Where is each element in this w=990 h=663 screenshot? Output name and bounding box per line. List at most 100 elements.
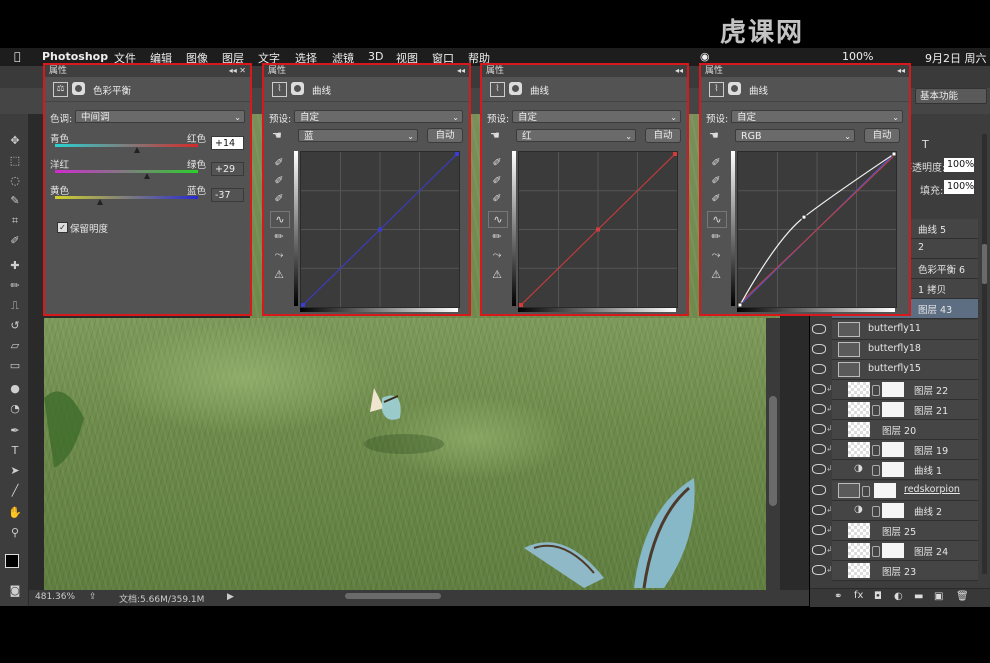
curve-graph[interactable] [300,151,460,308]
gradient-tool-icon[interactable]: ▭ [7,359,23,373]
stamp-tool-icon[interactable]: ⎍ [7,299,23,313]
canvas-vertical-scrollbar[interactable] [766,318,780,590]
share-icon[interactable]: ⇪ [89,592,97,602]
healing-tool-icon[interactable]: ✚ [7,259,23,273]
pencil-draw-icon[interactable]: ✏ [488,229,506,244]
visibility-eye-icon[interactable] [812,565,826,575]
gray-point-eyedropper-icon[interactable]: ✐ [488,173,506,188]
on-image-adjust-icon[interactable]: ☚ [272,129,282,142]
preset-select[interactable]: 自定 ⌄ [294,110,463,123]
dodge-tool-icon[interactable]: ◔ [7,402,23,416]
delete-layer-icon[interactable]: 🗑 [956,591,969,602]
visibility-eye-icon[interactable] [812,525,826,535]
pencil-draw-icon[interactable]: ✏ [270,229,288,244]
on-image-adjust-icon[interactable]: ☚ [709,129,719,142]
layer-row[interactable]: butterfly15 [812,360,978,380]
layers-scrollbar[interactable] [982,134,987,574]
color-slider[interactable] [55,196,198,199]
curve-graph[interactable] [518,151,678,308]
opacity-field[interactable]: 100% [944,158,974,172]
curve-point-tool-icon[interactable]: ∿ [270,211,290,228]
layer-row[interactable]: ↲ 图层 24 [812,541,978,561]
eraser-tool-icon[interactable]: ▱ [7,339,23,353]
quick-mask-icon[interactable]: ◙ [7,584,23,598]
layer-row[interactable]: butterfly18 [812,340,978,360]
auto-button[interactable]: 自动 [864,128,900,143]
mask-icon[interactable] [509,82,522,95]
visibility-eye-icon[interactable] [812,505,826,515]
white-point-eyedropper-icon[interactable]: ✐ [707,191,725,206]
slider-value-field[interactable]: +29 [211,162,244,176]
mask-link-icon[interactable] [872,465,880,476]
visibility-eye-icon[interactable] [812,444,826,454]
link-layers-icon[interactable]: ⚭ [834,591,842,602]
brush-tool-icon[interactable]: ✏ [7,279,23,293]
layer-row[interactable]: ↲ 图层 25 [812,521,978,541]
type-filter-icon[interactable]: T [922,138,929,151]
clipping-warning-icon[interactable]: ⚠ [707,267,725,282]
color-slider[interactable] [55,170,198,173]
lasso-tool-icon[interactable]: ◌ [7,174,23,188]
history-brush-icon[interactable]: ↺ [7,319,23,333]
channel-select[interactable]: 蓝 ⌄ [298,129,418,142]
smooth-curve-icon[interactable]: ⤳ [270,247,288,262]
adjustment-layer-icon[interactable]: ◐ [894,591,903,602]
new-layer-icon[interactable]: ▣ [934,591,943,602]
pencil-draw-icon[interactable]: ✏ [707,229,725,244]
mask-link-icon[interactable] [872,506,880,517]
visibility-eye-icon[interactable] [812,384,826,394]
visibility-eye-icon[interactable] [812,344,826,354]
slider-value-field[interactable]: +14 [211,136,244,150]
visibility-eye-icon[interactable] [812,324,826,334]
clipping-warning-icon[interactable]: ⚠ [270,267,288,282]
preserve-luminosity-checkbox[interactable]: ✓ [57,222,68,233]
black-point-eyedropper-icon[interactable]: ✐ [270,155,288,170]
layer-row[interactable]: ↲ ◑ 曲线 1 [812,460,978,480]
apple-icon[interactable]:  [14,50,21,63]
foreground-color-swatch[interactable] [5,554,19,568]
smooth-curve-icon[interactable]: ⤳ [707,247,725,262]
mask-link-icon[interactable] [872,445,880,456]
zoom-tool-icon[interactable]: ⚲ [7,526,23,540]
fx-icon[interactable]: fx [854,590,863,601]
curve-point-tool-icon[interactable]: ∿ [488,211,508,228]
auto-button[interactable]: 自动 [645,128,681,143]
new-group-icon[interactable]: ▬ [914,591,923,602]
quick-select-icon[interactable]: ✎ [7,194,23,208]
status-menu-arrow-icon[interactable]: ▶ [227,592,234,602]
black-point-eyedropper-icon[interactable]: ✐ [707,155,725,170]
visibility-eye-icon[interactable] [812,485,826,495]
auto-button[interactable]: 自动 [427,128,463,143]
eyedropper-tool-icon[interactable]: ✐ [7,234,23,248]
mask-link-icon[interactable] [872,546,880,557]
on-image-adjust-icon[interactable]: ☚ [490,129,500,142]
move-tool-icon[interactable]: ✥ [7,134,23,148]
path-select-icon[interactable]: ➤ [7,464,23,478]
curve-point-tool-icon[interactable]: ∿ [707,211,727,228]
workspace-select[interactable]: 基本功能 [915,88,987,104]
mask-icon[interactable] [728,82,741,95]
gray-point-eyedropper-icon[interactable]: ✐ [270,173,288,188]
layer-row[interactable]: ↲ ◑ 曲线 2 [812,501,978,521]
visibility-eye-icon[interactable] [812,404,826,414]
slider-knob[interactable] [97,199,104,205]
visibility-eye-icon[interactable] [812,364,826,374]
layer-row[interactable]: ↲ 图层 22 [812,380,978,400]
crop-tool-icon[interactable]: ⌗ [7,214,23,228]
type-tool-icon[interactable]: T [7,444,23,458]
layer-row[interactable]: ↲ 图层 20 [812,420,978,440]
tone-select[interactable]: 中间调 ⌄ [75,110,245,123]
layer-row[interactable]: butterfly11 [812,320,978,340]
slider-knob[interactable] [133,147,140,153]
hand-tool-icon[interactable]: ✋ [7,506,23,520]
menu-app-name[interactable]: Photoshop [42,50,108,63]
layer-row[interactable]: ↲ 图层 21 [812,400,978,420]
wifi-icon[interactable]: ◉ [700,50,710,63]
gray-point-eyedropper-icon[interactable]: ✐ [707,173,725,188]
layer-row[interactable]: ↲ 图层 19 [812,440,978,460]
channel-select[interactable]: RGB ⌄ [735,129,855,142]
visibility-eye-icon[interactable] [812,464,826,474]
color-slider[interactable] [55,144,198,147]
curve-svg[interactable] [737,151,897,308]
channel-select[interactable]: 红 ⌄ [516,129,636,142]
